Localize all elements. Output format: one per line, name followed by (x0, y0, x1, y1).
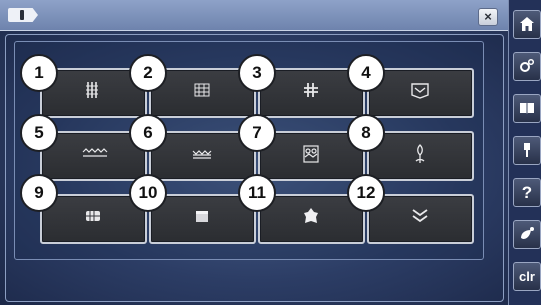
close-button[interactable]: × (478, 8, 498, 26)
tile-number-badge: 11 (238, 174, 276, 212)
clear-button[interactable]: clr (513, 262, 541, 291)
home-button[interactable] (513, 10, 541, 39)
tile-number-badge: 5 (20, 114, 58, 152)
tile-number-badge: 8 (347, 114, 385, 152)
eco-icon (521, 227, 534, 239)
title-bar: × (0, 0, 508, 31)
book-icon (520, 103, 534, 114)
stitch-pattern-8-icon (415, 144, 425, 163)
stitch-pattern-11-icon (304, 208, 318, 223)
settings-button[interactable] (513, 52, 541, 81)
stitch-pattern-9-icon (86, 211, 100, 221)
tutorial-button[interactable] (513, 94, 541, 123)
stitch-pattern-5-icon (82, 148, 108, 157)
home-icon (520, 17, 534, 31)
stitch-pattern-2-icon (194, 83, 210, 97)
stitch-tile-12[interactable] (367, 194, 474, 244)
stitch-pattern-3-icon (304, 83, 318, 97)
needle-button[interactable] (513, 136, 541, 165)
stitch-pattern-1-icon (86, 82, 98, 98)
right-toolbar: ? clr (509, 0, 541, 305)
tile-number-badge: 9 (20, 174, 58, 212)
tile-number-badge: 7 (238, 114, 276, 152)
help-button[interactable]: ? (513, 178, 541, 207)
stitch-pattern-7-icon (303, 145, 319, 163)
stitch-pattern-4-icon (411, 83, 429, 99)
stitch-pattern-10-icon (196, 211, 208, 222)
needle-icon (524, 143, 530, 157)
tile-number-badge: 12 (347, 174, 385, 212)
eco-button[interactable] (513, 220, 541, 249)
tile-number-badge: 3 (238, 54, 276, 92)
tile-number-badge: 1 (20, 54, 58, 92)
tile-number-badge: 4 (347, 54, 385, 92)
main-panel: × 1 2 3 4 5 6 7 8 9 10 11 12 (0, 0, 509, 305)
tile-number-badge: 6 (129, 114, 167, 152)
category-tag-icon (8, 8, 38, 22)
stitch-pattern-12-icon (412, 209, 428, 223)
tile-number-badge: 10 (129, 174, 167, 212)
stitch-pattern-6-icon (192, 150, 212, 159)
tile-number-badge: 2 (129, 54, 167, 92)
settings-icon (520, 58, 535, 72)
